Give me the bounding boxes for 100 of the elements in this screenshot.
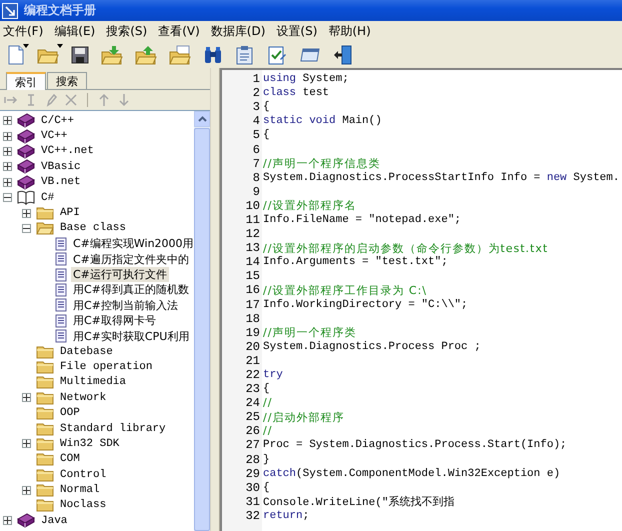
expand-icon[interactable] xyxy=(3,146,12,156)
caret-up-icon xyxy=(198,116,206,122)
folder-icon xyxy=(36,452,54,466)
menu-item[interactable]: 文件(F) xyxy=(0,23,52,40)
line-number: 8 xyxy=(252,170,261,185)
tree-item[interactable]: Multimedia xyxy=(58,376,128,388)
expand-icon[interactable] xyxy=(3,116,12,126)
line-number: 32 xyxy=(244,508,261,523)
book-icon xyxy=(17,144,35,159)
tree-item[interactable]: 用C#实时获取CPU利用 xyxy=(71,328,192,344)
expand-icon[interactable] xyxy=(3,516,12,526)
menu-item[interactable]: 设置(S) xyxy=(273,23,326,40)
tree-item[interactable]: VC++ xyxy=(39,130,70,142)
menu-item[interactable]: 数据库(D) xyxy=(208,23,274,40)
line-number: 5 xyxy=(252,128,261,142)
line-number: 27 xyxy=(244,438,261,452)
new-document-icon xyxy=(7,45,25,65)
tree-item[interactable]: C/C++ xyxy=(39,114,76,127)
code-line: System.Diagnostics.ProcessStartInfo Info = new System. xyxy=(263,172,620,184)
tree-item[interactable]: Standard library xyxy=(58,422,168,434)
collapse-icon[interactable] xyxy=(3,193,12,202)
line-number: 1 xyxy=(252,72,261,86)
tab[interactable]: 搜索 xyxy=(47,72,87,89)
tree-item[interactable]: VBasic xyxy=(39,160,83,173)
line-number: 22 xyxy=(244,368,261,382)
line-number: 20 xyxy=(244,340,261,354)
folder-paper-icon xyxy=(169,45,191,65)
tree-item[interactable]: 用C#得到真正的随机数 xyxy=(71,282,191,298)
document-icon xyxy=(55,282,67,297)
tab[interactable]: 索引 xyxy=(6,72,46,90)
tree-item[interactable]: File operation xyxy=(58,360,154,373)
tree-item[interactable]: Network xyxy=(58,392,108,404)
expand-icon[interactable] xyxy=(3,162,12,172)
tree-item[interactable]: 用C#取得网卡号 xyxy=(71,313,158,328)
line-number: 11 xyxy=(244,212,261,227)
expand-icon[interactable] xyxy=(3,178,12,187)
code-line: try xyxy=(263,369,283,382)
open-book-icon xyxy=(17,190,35,206)
tree-item[interactable]: C#运行可执行文件 xyxy=(71,267,169,282)
menu-item[interactable]: 搜索(S) xyxy=(103,23,156,40)
book-icon xyxy=(17,128,35,144)
line-number: 15 xyxy=(244,269,261,284)
menu-item[interactable]: 编辑(E) xyxy=(51,23,104,40)
line-number: 16 xyxy=(244,283,261,298)
menu-item[interactable]: 帮助(H) xyxy=(325,23,379,40)
code-line: Info.Arguments = "test.txt"; xyxy=(263,256,448,268)
tree-item[interactable]: Control xyxy=(58,468,108,481)
expand-icon[interactable] xyxy=(22,208,31,218)
tree-item[interactable]: VC++.net xyxy=(39,145,96,158)
expand-icon[interactable] xyxy=(22,393,31,402)
tree-item[interactable]: OOP xyxy=(58,407,82,420)
folder-icon xyxy=(36,483,54,498)
expand-icon[interactable] xyxy=(22,439,31,448)
line-number: 21 xyxy=(244,354,261,368)
clipboard-list-icon xyxy=(235,45,255,65)
line-number: 14 xyxy=(244,255,261,270)
folder-arrow-up-icon xyxy=(135,45,157,65)
document-icon xyxy=(55,252,67,266)
tree-item[interactable]: C#编程实现Win2000用 xyxy=(71,236,196,252)
expand-icon[interactable] xyxy=(3,132,12,141)
book-icon xyxy=(17,513,35,528)
code-line: { xyxy=(263,129,270,142)
tree-item[interactable]: C#遍历指定文件夹中的 xyxy=(71,252,191,267)
tree-item[interactable]: API xyxy=(58,207,82,220)
line-number: 26 xyxy=(244,424,261,438)
code-line: static void Main() xyxy=(263,115,382,128)
tree-item[interactable]: Win32 SDK xyxy=(58,438,122,450)
collapse-icon[interactable] xyxy=(22,224,31,233)
code-line: catch(System.ComponentModel.Win32Exception e) xyxy=(263,468,560,480)
code-line: Info.FileName = "notepad.exe"; xyxy=(263,214,462,226)
line-number: 29 xyxy=(244,466,261,481)
folder-icon xyxy=(36,406,54,420)
tree-item[interactable]: Base class xyxy=(58,222,128,234)
line-number: 30 xyxy=(244,480,261,495)
tree-item[interactable]: Noclass xyxy=(58,499,108,512)
code-line: { xyxy=(263,482,270,494)
line-number: 23 xyxy=(244,382,261,396)
expand-icon[interactable] xyxy=(22,486,31,495)
code-line: //启动外部程序 xyxy=(263,410,344,425)
tree-item[interactable]: 用C#控制当前输入法 xyxy=(71,298,180,313)
code-line: System.Diagnostics.Process Proc ; xyxy=(263,340,481,353)
line-number: 28 xyxy=(244,452,261,467)
folder-arrow-down-icon xyxy=(101,45,123,65)
line-number: 7 xyxy=(252,156,261,171)
document-icon xyxy=(55,236,67,251)
line-number: 10 xyxy=(244,198,261,213)
tree-item[interactable]: VB.net xyxy=(39,176,83,188)
tree-item[interactable]: COM xyxy=(58,453,82,466)
menu-item[interactable]: 查看(V) xyxy=(155,23,208,40)
tree-item[interactable]: Java xyxy=(39,514,70,527)
line-number: 12 xyxy=(244,227,261,242)
code-line: { xyxy=(263,101,270,114)
tree-item[interactable]: C# xyxy=(39,192,56,204)
scroll-up-button[interactable] xyxy=(194,111,210,127)
code-line: //设置外部程序的启动参数（命令行参数）为test.txt xyxy=(263,240,548,256)
code-line: Console.WriteLine("系统找不到指 xyxy=(263,494,454,510)
code-line: Info.WorkingDirectory = "C:\\"; xyxy=(263,298,468,311)
tree-item[interactable]: Datebase xyxy=(58,346,115,358)
line-number: 9 xyxy=(252,184,261,199)
tree-item[interactable]: Normal xyxy=(58,484,102,496)
